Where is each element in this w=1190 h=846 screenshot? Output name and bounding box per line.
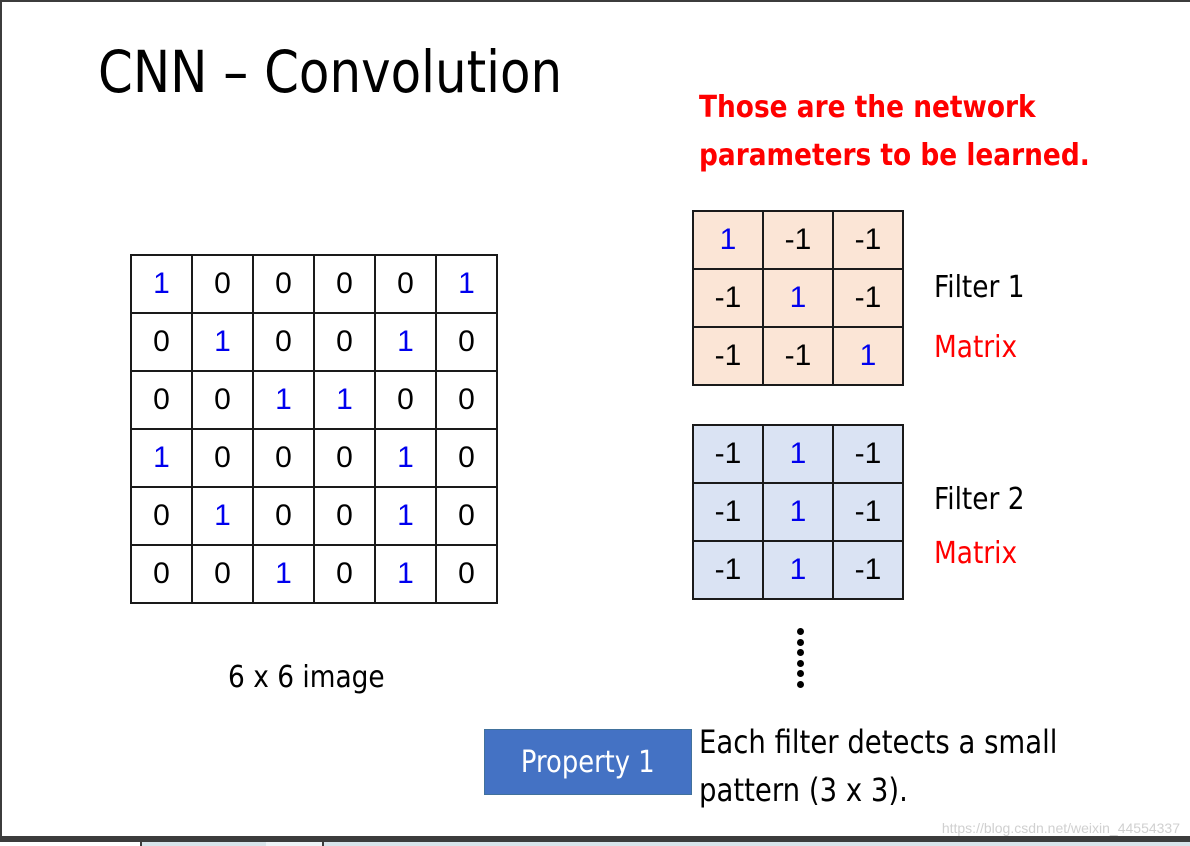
filter-2-matrix: -1 1 -1 -1 1 -1 -1 1 -1 <box>692 424 904 600</box>
matrix-cell: -1 <box>692 482 764 542</box>
image-matrix-row: 100010 <box>130 428 498 488</box>
matrix-cell: 0 <box>252 312 315 372</box>
image-matrix-row: 001010 <box>130 544 498 604</box>
matrix-cell: 1 <box>762 540 834 600</box>
matrix-cell: 1 <box>130 428 193 488</box>
matrix-cell: 0 <box>191 254 254 314</box>
matrix-cell: 1 <box>252 370 315 430</box>
matrix-cell: -1 <box>692 326 764 386</box>
filter-matrix-row: -1 1 -1 <box>692 424 904 484</box>
matrix-cell: -1 <box>762 210 834 270</box>
bottom-strip <box>0 840 1190 846</box>
matrix-cell: -1 <box>832 424 904 484</box>
matrix-cell: 1 <box>374 486 437 546</box>
matrix-cell: 0 <box>435 486 498 546</box>
matrix-cell: -1 <box>832 210 904 270</box>
matrix-cell: 0 <box>435 312 498 372</box>
matrix-cell: 1 <box>374 544 437 604</box>
matrix-cell: 0 <box>130 370 193 430</box>
filter-matrix-row: -1 1 -1 <box>692 540 904 600</box>
filter-1-matrix: 1 -1 -1 -1 1 -1 -1 -1 1 <box>692 210 904 386</box>
matrix-cell: 0 <box>313 254 376 314</box>
matrix-cell: 0 <box>191 428 254 488</box>
matrix-cell: -1 <box>832 268 904 328</box>
filter-matrix-row: -1 -1 1 <box>692 326 904 386</box>
parameters-note-line-2: parameters to be learned. <box>699 138 1090 173</box>
watermark: https://blog.csdn.net/weixin_44554337 <box>941 820 1180 836</box>
image-matrix-row: 100001 <box>130 254 498 314</box>
matrix-cell: -1 <box>692 424 764 484</box>
matrix-cell: 0 <box>313 312 376 372</box>
filter-2-matrix-label: Matrix <box>934 536 1018 571</box>
matrix-cell: 1 <box>832 326 904 386</box>
filter-1-label: Filter 1 <box>934 270 1025 305</box>
matrix-cell: 0 <box>435 370 498 430</box>
matrix-cell: 0 <box>374 370 437 430</box>
matrix-cell: 0 <box>252 254 315 314</box>
vertical-ellipsis-icon <box>795 628 805 690</box>
property-badge-label: Property 1 <box>521 744 655 780</box>
slide: CNN – Convolution Those are the network … <box>2 2 1190 836</box>
matrix-cell: 1 <box>762 424 834 484</box>
matrix-cell: 0 <box>313 544 376 604</box>
matrix-cell: 1 <box>692 210 764 270</box>
matrix-cell: -1 <box>692 268 764 328</box>
parameters-note-line-1: Those are the network <box>699 90 1036 125</box>
matrix-cell: 1 <box>191 486 254 546</box>
property-description-line-2: pattern (3 x 3). <box>699 771 908 809</box>
matrix-cell: 0 <box>313 486 376 546</box>
filter-matrix-row: -1 1 -1 <box>692 268 904 328</box>
matrix-cell: 0 <box>435 544 498 604</box>
matrix-cell: -1 <box>692 540 764 600</box>
slide-title: CNN – Convolution <box>98 38 563 106</box>
image-matrix-row: 010010 <box>130 486 498 546</box>
parameters-note: Those are the network parameters to be l… <box>699 84 1090 180</box>
filter-1-matrix-label: Matrix <box>934 330 1018 365</box>
matrix-cell: 0 <box>374 254 437 314</box>
matrix-cell: 0 <box>130 544 193 604</box>
matrix-cell: 0 <box>191 544 254 604</box>
matrix-cell: -1 <box>832 540 904 600</box>
filter-matrix-row: 1 -1 -1 <box>692 210 904 270</box>
matrix-cell: 0 <box>130 486 193 546</box>
matrix-cell: 0 <box>313 428 376 488</box>
matrix-cell: 1 <box>313 370 376 430</box>
matrix-cell: 0 <box>252 428 315 488</box>
matrix-cell: 0 <box>130 312 193 372</box>
image-matrix: 100001010010001100100010010010001010 <box>130 254 498 604</box>
image-caption: 6 x 6 image <box>228 660 385 695</box>
matrix-cell: 1 <box>252 544 315 604</box>
matrix-cell: 1 <box>130 254 193 314</box>
matrix-cell: 0 <box>435 428 498 488</box>
filter-2-label: Filter 2 <box>934 482 1025 517</box>
matrix-cell: -1 <box>762 326 834 386</box>
image-matrix-row: 001100 <box>130 370 498 430</box>
filter-matrix-row: -1 1 -1 <box>692 482 904 542</box>
matrix-cell: 0 <box>191 370 254 430</box>
matrix-cell: -1 <box>832 482 904 542</box>
matrix-cell: 1 <box>762 482 834 542</box>
property-description: Each filter detects a small pattern (3 x… <box>699 718 1057 814</box>
matrix-cell: 0 <box>252 486 315 546</box>
matrix-cell: 1 <box>374 312 437 372</box>
image-matrix-row: 010010 <box>130 312 498 372</box>
matrix-cell: 1 <box>191 312 254 372</box>
matrix-cell: 1 <box>435 254 498 314</box>
property-badge: Property 1 <box>484 729 692 795</box>
property-description-line-1: Each filter detects a small <box>699 723 1058 761</box>
matrix-cell: 1 <box>762 268 834 328</box>
matrix-cell: 1 <box>374 428 437 488</box>
